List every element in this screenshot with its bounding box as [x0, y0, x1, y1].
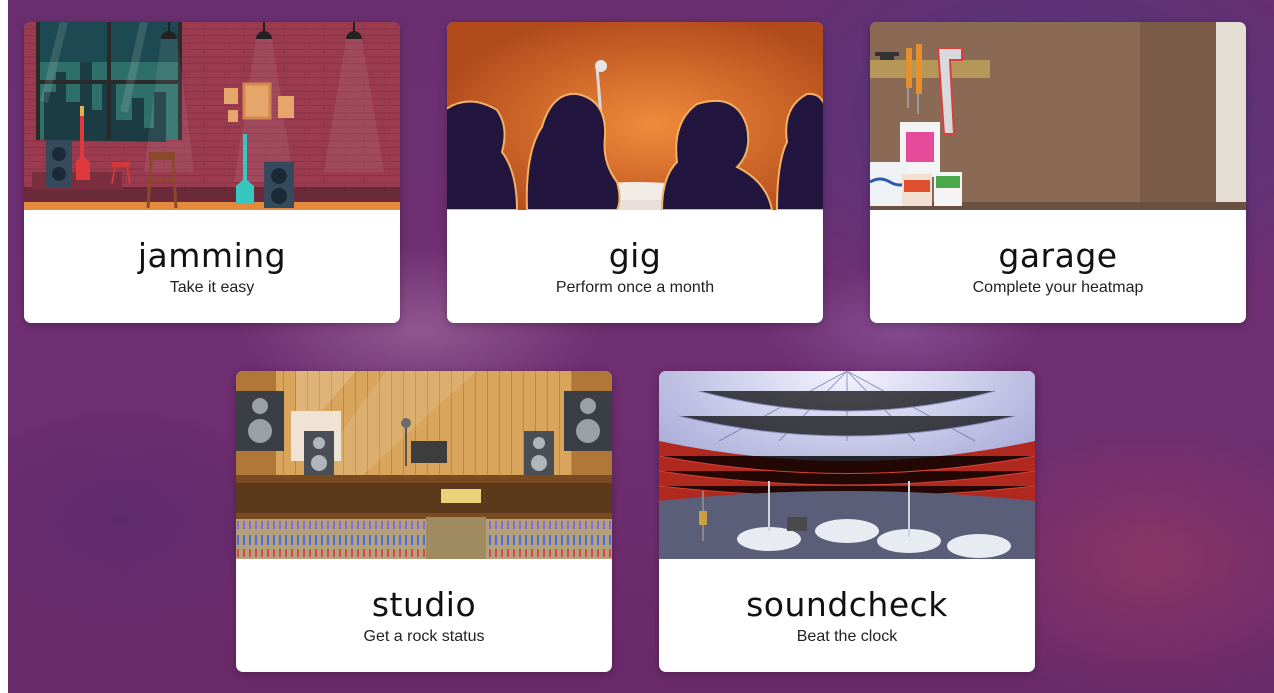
studio-illustration [236, 371, 612, 559]
mode-card-garage[interactable]: garage Complete your heatmap [870, 22, 1246, 323]
mode-title: garage [998, 236, 1118, 275]
garage-illustration [870, 22, 1246, 210]
mode-title: gig [608, 236, 662, 275]
mode-title: studio [371, 585, 477, 624]
mode-subtitle: Complete your heatmap [972, 279, 1144, 296]
window-edge [0, 0, 8, 693]
gig-illustration [447, 22, 823, 210]
mode-subtitle: Perform once a month [555, 279, 715, 296]
mode-card-jamming[interactable]: jamming Take it easy [24, 22, 400, 323]
mode-card-soundcheck[interactable]: soundcheck Beat the clock [659, 371, 1035, 672]
mode-subtitle: Take it easy [169, 279, 255, 296]
mode-title: soundcheck [746, 585, 948, 624]
mode-subtitle: Get a rock status [363, 628, 485, 645]
jamming-illustration [24, 22, 400, 210]
soundcheck-illustration [659, 371, 1035, 559]
mode-title: jamming [137, 236, 287, 275]
mode-card-gig[interactable]: gig Perform once a month [447, 22, 823, 323]
mode-subtitle: Beat the clock [796, 628, 898, 645]
mode-card-studio[interactable]: studio Get a rock status [236, 371, 612, 672]
